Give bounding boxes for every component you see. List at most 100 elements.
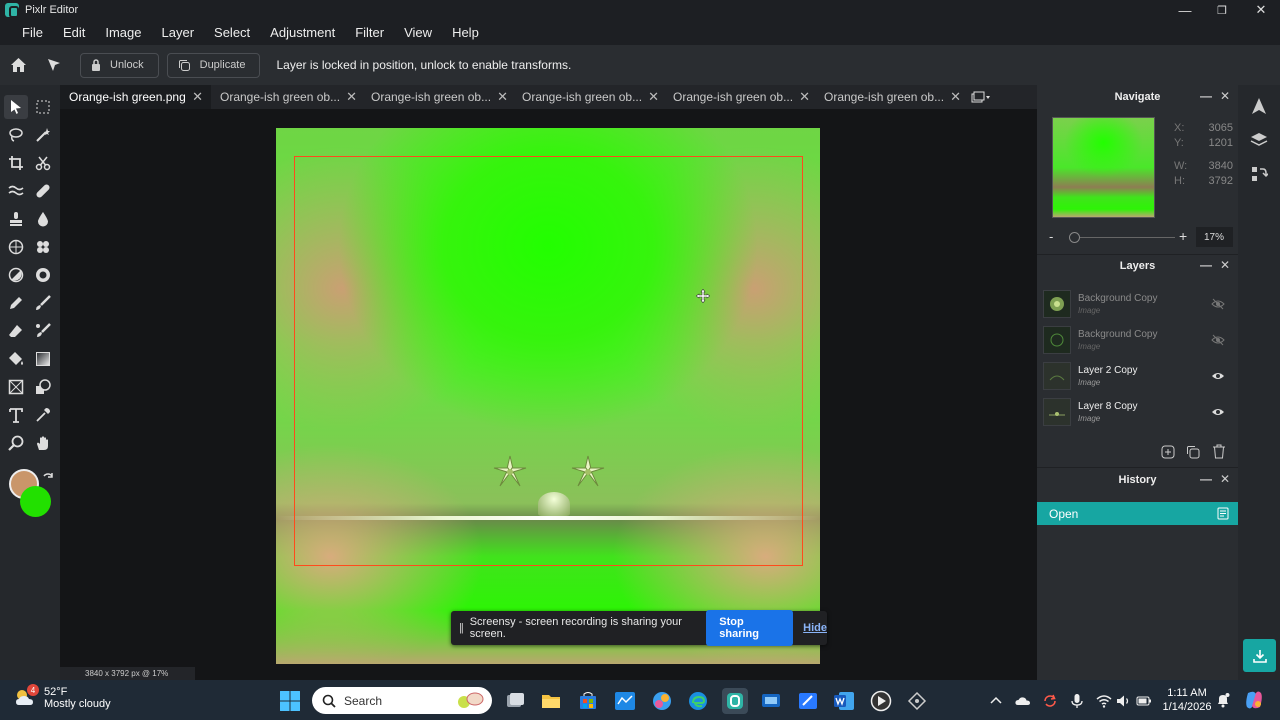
tab-document-1[interactable]: Orange-ish green.png ✕ xyxy=(60,85,211,109)
layer-row[interactable]: Background Copy Image xyxy=(1040,323,1235,357)
extra-app-icon[interactable] xyxy=(906,690,928,712)
menu-view[interactable]: View xyxy=(394,25,442,40)
close-tab-icon[interactable]: ✕ xyxy=(192,89,203,105)
blur-drop-icon[interactable] xyxy=(31,207,55,231)
tab-document-4[interactable]: Orange-ish green ob... ✕ xyxy=(513,85,664,109)
eyedropper-icon[interactable] xyxy=(31,403,55,427)
stop-sharing-button[interactable]: Stop sharing xyxy=(706,610,794,646)
volume-icon[interactable] xyxy=(1116,694,1132,708)
menu-image[interactable]: Image xyxy=(95,25,151,40)
delete-layer-icon[interactable] xyxy=(1212,444,1226,459)
close-navigate-icon[interactable]: ✕ xyxy=(1220,89,1230,103)
swap-colors-icon[interactable] xyxy=(41,471,55,485)
heal-bandage-icon[interactable] xyxy=(31,179,55,203)
notification-bell-icon[interactable] xyxy=(1216,692,1230,708)
zoom-icon[interactable] xyxy=(4,431,28,455)
maximize-button[interactable]: ❐ xyxy=(1203,0,1241,20)
arrange-tool-icon[interactable] xyxy=(36,45,72,85)
media-player-icon[interactable] xyxy=(870,690,892,712)
close-tab-icon[interactable]: ✕ xyxy=(346,89,357,105)
menu-help[interactable]: Help xyxy=(442,25,489,40)
close-tab-icon[interactable]: ✕ xyxy=(648,89,659,105)
duplicate-button[interactable]: Duplicate xyxy=(166,52,261,78)
crop-icon[interactable] xyxy=(4,151,28,175)
tab-document-6[interactable]: Orange-ish green ob... ✕ xyxy=(815,85,966,109)
close-history-icon[interactable]: ✕ xyxy=(1220,472,1230,486)
tab-document-5[interactable]: Orange-ish green ob... ✕ xyxy=(664,85,815,109)
tab-document-2[interactable]: Orange-ish green ob... ✕ xyxy=(211,85,362,109)
menu-select[interactable]: Select xyxy=(204,25,260,40)
tray-chevron-up-icon[interactable] xyxy=(989,694,1003,708)
magic-wand-icon[interactable] xyxy=(31,123,55,147)
sync-icon[interactable] xyxy=(1042,693,1058,709)
hide-link[interactable]: Hide xyxy=(803,622,827,634)
download-button[interactable] xyxy=(1243,639,1276,672)
tab-document-3[interactable]: Orange-ish green ob... ✕ xyxy=(362,85,513,109)
layers-icon[interactable] xyxy=(1250,131,1268,149)
sponge-icon[interactable] xyxy=(4,235,28,259)
close-window-button[interactable]: ✕ xyxy=(1242,0,1280,20)
clone-stamp-icon[interactable] xyxy=(4,207,28,231)
minimize-button[interactable]: — xyxy=(1166,0,1204,20)
battery-icon[interactable] xyxy=(1136,694,1152,708)
app-blue-icon[interactable] xyxy=(614,690,636,712)
screen-recorder-icon[interactable] xyxy=(760,690,782,712)
collapse-navigate-icon[interactable]: — xyxy=(1200,89,1212,103)
zoom-value[interactable]: 17% xyxy=(1196,227,1233,247)
tab-overflow-icon[interactable] xyxy=(966,85,996,109)
secondary-color-swatch[interactable] xyxy=(20,486,51,517)
layer-row[interactable]: Background Copy Image xyxy=(1040,287,1235,321)
layer-row[interactable]: Layer 8 Copy Image xyxy=(1040,395,1235,429)
microsoft-store-icon[interactable] xyxy=(577,690,599,712)
drag-handle-icon[interactable]: || xyxy=(459,622,464,634)
lasso-icon[interactable] xyxy=(4,123,28,147)
menu-layer[interactable]: Layer xyxy=(152,25,205,40)
collapse-layers-icon[interactable]: — xyxy=(1200,258,1212,272)
history-item-open[interactable]: Open xyxy=(1037,502,1238,525)
layer-row[interactable]: Layer 2 Copy Image xyxy=(1040,359,1235,393)
pen-icon[interactable] xyxy=(4,291,28,315)
menu-adjustment[interactable]: Adjustment xyxy=(260,25,345,40)
shape-icon[interactable] xyxy=(31,375,55,399)
close-tab-icon[interactable]: ✕ xyxy=(497,89,508,105)
close-tab-icon[interactable]: ✕ xyxy=(799,89,810,105)
brush-icon[interactable] xyxy=(31,291,55,315)
microphone-icon[interactable] xyxy=(1070,693,1084,709)
menu-edit[interactable]: Edit xyxy=(53,25,95,40)
home-icon[interactable] xyxy=(0,45,36,85)
hand-icon[interactable] xyxy=(31,431,55,455)
zoom-slider-handle[interactable] xyxy=(1069,232,1080,243)
image-placeholder-icon[interactable] xyxy=(4,375,28,399)
eye-visible-icon[interactable] xyxy=(1211,405,1225,419)
zoom-out-button[interactable]: - xyxy=(1049,229,1053,244)
navigator-thumbnail[interactable] xyxy=(1052,117,1155,218)
close-layers-icon[interactable]: ✕ xyxy=(1220,258,1230,272)
gradient-icon[interactable] xyxy=(31,347,55,371)
eye-hidden-icon[interactable] xyxy=(1211,297,1225,311)
menu-filter[interactable]: Filter xyxy=(345,25,394,40)
task-view-icon[interactable] xyxy=(504,690,526,712)
vignette-icon[interactable] xyxy=(31,263,55,287)
eye-visible-icon[interactable] xyxy=(1211,369,1225,383)
weather-widget[interactable]: 4 52°F Mostly cloudy xyxy=(14,684,111,710)
paint-bucket-icon[interactable] xyxy=(4,347,28,371)
close-tab-icon[interactable]: ✕ xyxy=(950,89,961,105)
file-explorer-icon[interactable] xyxy=(540,690,562,712)
pixlr-taskbar-button[interactable] xyxy=(722,688,748,714)
edge-browser-icon[interactable] xyxy=(687,690,709,712)
dodge-burn-icon[interactable] xyxy=(4,263,28,287)
color-replace-brush-icon[interactable] xyxy=(31,319,55,343)
duplicate-layer-icon[interactable] xyxy=(1186,445,1200,459)
menu-file[interactable]: File xyxy=(12,25,53,40)
color-replace-icon[interactable] xyxy=(31,235,55,259)
navigator-icon[interactable] xyxy=(1250,97,1268,115)
eraser-icon[interactable] xyxy=(4,319,28,343)
marquee-select-icon[interactable] xyxy=(31,95,55,119)
taskbar-search[interactable]: Search xyxy=(312,687,492,714)
paint-app-icon[interactable] xyxy=(797,690,819,712)
history-icon[interactable] xyxy=(1250,165,1268,183)
text-icon[interactable] xyxy=(4,403,28,427)
collapse-history-icon[interactable]: — xyxy=(1200,472,1212,486)
selection-bounding-box[interactable] xyxy=(294,156,803,566)
taskbar-clock[interactable]: 1:11 AM 1/14/2026 xyxy=(1161,686,1213,714)
